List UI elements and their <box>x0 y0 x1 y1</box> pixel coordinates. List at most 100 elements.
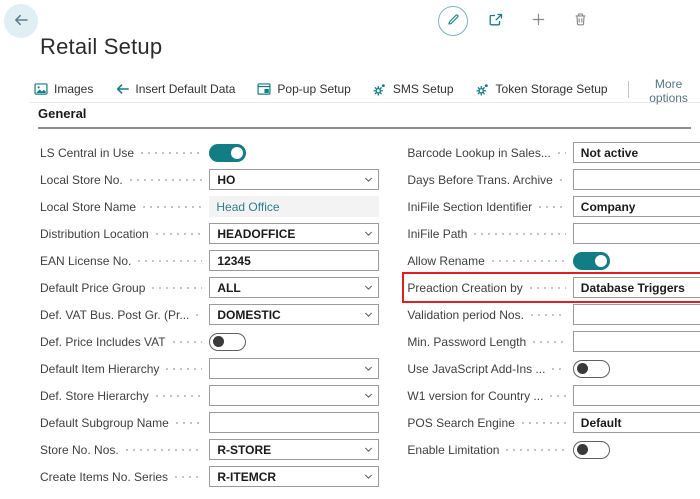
toolbar-pop-up-setup[interactable]: Pop-up Setup <box>246 77 361 101</box>
new-button[interactable] <box>524 7 552 35</box>
share-button[interactable] <box>482 7 510 35</box>
def-store-hierarchy-combobox[interactable] <box>209 385 379 406</box>
combobox-value: ALL <box>217 281 363 295</box>
action-bar: Images Insert Default Data Pop-up SetupSMS… <box>30 76 700 103</box>
barcode-lookup-in-sales-combobox[interactable]: Not active <box>573 142 700 163</box>
field-label-allow-rename: Allow Rename <box>407 254 484 268</box>
field-row-use-javascript-add-ins: Use JavaScript Add-Ins ... <box>407 358 700 379</box>
field-row-def-vat-bus-post-gr-pr: Def. VAT Bus. Post Gr. (Pr...DOMESTIC <box>40 304 379 325</box>
gears-icon <box>476 82 490 96</box>
field-label-default-price-group: Default Price Group <box>40 281 145 295</box>
def-price-includes-vat-toggle[interactable] <box>209 333 246 351</box>
dotted-leader <box>176 422 203 424</box>
min-password-length-input[interactable] <box>573 331 700 352</box>
section-divider <box>38 127 691 129</box>
combobox-value: Default <box>581 416 700 430</box>
toolbar-token-storage-setup[interactable]: Token Storage Setup <box>465 77 619 101</box>
days-before-trans-archive-input[interactable] <box>573 169 700 190</box>
field-label-min-password-length: Min. Password Length <box>407 335 526 349</box>
field-row-local-store-name: Local Store NameHead Office <box>40 196 379 217</box>
field-label-inifile-path: IniFile Path <box>407 227 467 241</box>
toolbar-label: Insert Default Data <box>135 82 235 96</box>
toggle-knob <box>213 336 224 347</box>
plus-icon <box>531 12 546 30</box>
default-price-group-combobox[interactable]: ALL <box>209 277 379 298</box>
field-label-def-price-includes-vat: Def. Price Includes VAT <box>40 335 166 349</box>
field-row-min-password-length: Min. Password Length <box>407 331 700 352</box>
dotted-leader <box>156 233 203 235</box>
toolbar-separator <box>628 81 629 98</box>
use-javascript-add-ins-toggle[interactable] <box>573 360 610 378</box>
dotted-leader <box>533 341 566 343</box>
field-label-ean-license-no: EAN License No. <box>40 254 131 268</box>
combobox-value: HO <box>217 173 363 187</box>
def-vat-bus-post-gr-pr-combobox[interactable]: DOMESTIC <box>209 304 379 325</box>
preaction-creation-by-combobox[interactable]: Database Triggers <box>573 277 700 298</box>
field-row-local-store-no: Local Store No.HO <box>40 169 379 190</box>
combobox-value: DOMESTIC <box>217 308 363 322</box>
field-label-default-item-hierarchy: Default Item Hierarchy <box>40 362 159 376</box>
toolbar-sms-setup[interactable]: SMS Setup <box>362 77 465 101</box>
w1-version-for-country-combobox[interactable] <box>573 385 700 406</box>
dotted-leader <box>552 368 565 370</box>
retail-setup-page: Retail Setup Images Insert Default Data Po… <box>0 0 700 499</box>
toolbar-images[interactable]: Images <box>30 77 104 101</box>
header-action-bar <box>438 4 594 38</box>
field-row-barcode-lookup-in-sales: Barcode Lookup in Sales... Not active <box>407 142 700 163</box>
dotted-leader <box>558 152 566 154</box>
default-item-hierarchy-combobox[interactable] <box>209 358 379 379</box>
general-form: LS Central in UseLocal Store No.HOLocal … <box>40 142 691 493</box>
combobox-value: HEADOFFICE <box>217 227 363 241</box>
image-icon <box>34 82 48 96</box>
create-items-no-series-combobox[interactable]: R-ITEMCR <box>209 466 379 487</box>
field-row-preaction-creation-by: Preaction Creation byDatabase Triggers <box>407 277 700 298</box>
field-row-enable-limitation: Enable Limitation <box>407 439 700 460</box>
field-row-default-item-hierarchy: Default Item Hierarchy <box>40 358 379 379</box>
field-row-create-items-no-series: Create Items No. SeriesR-ITEMCR <box>40 466 379 487</box>
local-store-no-combobox[interactable]: HO <box>209 169 379 190</box>
validation-period-nos-combobox[interactable] <box>573 304 700 325</box>
field-row-default-price-group: Default Price Group ALL <box>40 277 379 298</box>
inifile-path-input[interactable] <box>573 223 700 244</box>
ean-license-no-input[interactable] <box>209 250 379 271</box>
trash-icon <box>573 12 588 30</box>
more-options-button[interactable]: More options <box>637 77 700 101</box>
allow-rename-toggle[interactable] <box>573 252 610 270</box>
toggle-knob <box>231 147 243 159</box>
form-column-right: Barcode Lookup in Sales... Not active Days… <box>407 142 700 493</box>
dotted-leader <box>143 206 202 208</box>
field-row-def-price-includes-vat: Def. Price Includes VAT <box>40 331 379 352</box>
back-button[interactable] <box>4 4 38 38</box>
toolbar-insert-default-data[interactable]: Insert Default Data <box>104 77 246 101</box>
chevron-down-icon <box>363 444 374 455</box>
field-label-w1-version-for-country: W1 version for Country ... <box>407 389 543 403</box>
field-label-distribution-location: Distribution Location <box>40 227 149 241</box>
field-label-barcode-lookup-in-sales: Barcode Lookup in Sales... <box>407 146 550 160</box>
toggle-knob <box>595 255 607 267</box>
combobox-value: Company <box>581 200 700 214</box>
inifile-section-identifier-combobox[interactable]: Company <box>573 196 700 217</box>
dotted-leader <box>531 314 566 316</box>
back-arrow-icon <box>12 11 30 32</box>
default-subgroup-name-input[interactable] <box>209 412 379 433</box>
field-label-store-no-nos: Store No. Nos. <box>40 443 119 457</box>
dotted-leader <box>173 341 203 343</box>
chevron-down-icon <box>363 363 374 374</box>
combobox-value: Database Triggers <box>581 281 700 295</box>
edit-button[interactable] <box>438 6 468 36</box>
field-row-days-before-trans-archive: Days Before Trans. Archive <box>407 169 700 190</box>
dotted-leader <box>175 476 202 478</box>
action-bar-items: Images Insert Default Data Pop-up SetupSMS… <box>30 77 619 101</box>
dotted-leader <box>506 449 565 451</box>
enable-limitation-toggle[interactable] <box>573 441 610 459</box>
ls-central-in-use-toggle[interactable] <box>209 144 246 162</box>
dotted-leader <box>492 260 566 262</box>
pos-search-engine-combobox[interactable]: Default <box>573 412 700 433</box>
page-title: Retail Setup <box>40 34 162 60</box>
delete-button[interactable] <box>566 7 594 35</box>
dotted-leader <box>196 314 202 316</box>
dotted-leader <box>550 395 565 397</box>
distribution-location-combobox[interactable]: HEADOFFICE <box>209 223 379 244</box>
chevron-down-icon <box>363 309 374 320</box>
store-no-nos-combobox[interactable]: R-STORE <box>209 439 379 460</box>
